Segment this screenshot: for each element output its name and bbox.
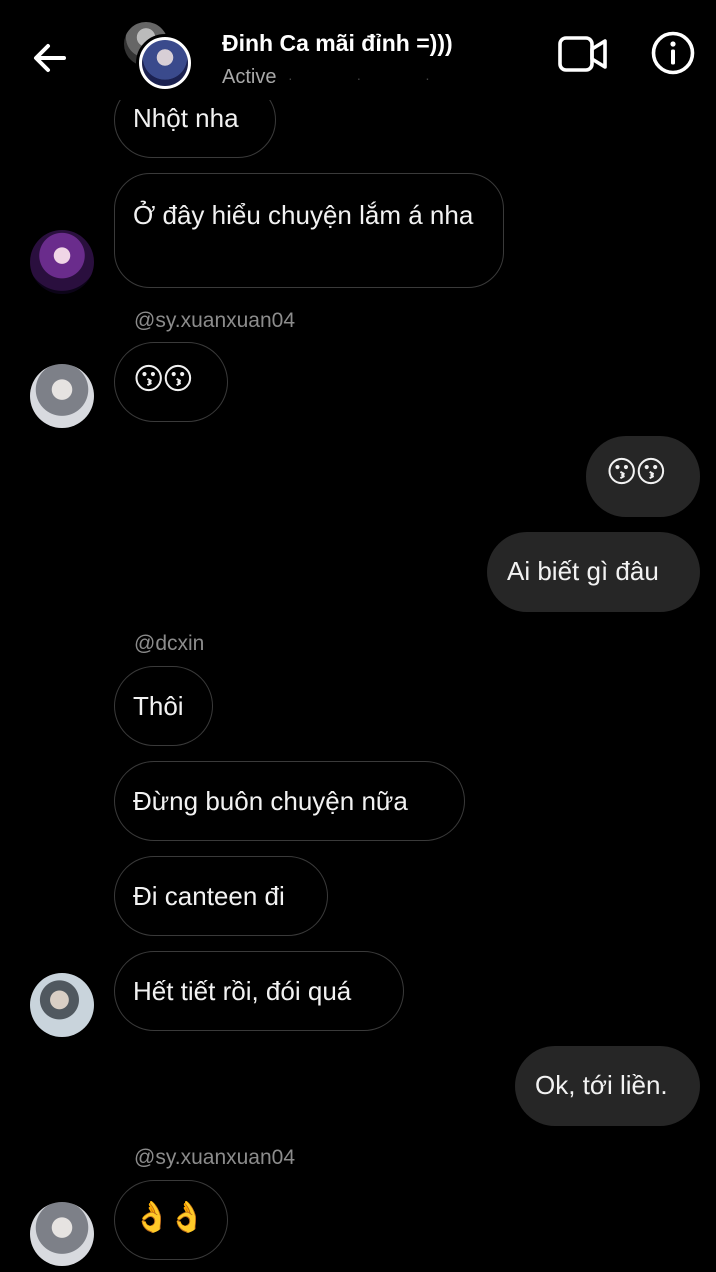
message-bubble[interactable]: Ai biết gì đâu: [487, 532, 700, 612]
info-icon: [651, 31, 695, 75]
message-bubble[interactable]: Hết tiết rồi, đói quá: [114, 951, 404, 1031]
message-text: Ai biết gì đâu: [507, 556, 659, 586]
message-bubble[interactable]: Thôi: [114, 666, 213, 746]
message-bubble[interactable]: Ở đây hiểu chuyện lắm á nha: [114, 173, 504, 288]
sender-name: @sy.xuanxuan04: [134, 309, 296, 332]
message-text: Hết tiết rồi, đói quá: [133, 976, 352, 1006]
video-camera-icon: [558, 36, 607, 72]
message-text: Đi canteen đi: [133, 881, 285, 911]
message-bubble[interactable]: Ok, tới liền.: [515, 1046, 700, 1126]
message-bubble[interactable]: 👌👌: [114, 1180, 228, 1260]
message-text: Thôi: [133, 691, 184, 721]
group-avatar[interactable]: [124, 22, 196, 94]
chat-status: Active: [222, 66, 277, 88]
message-bubble[interactable]: 😗😗: [114, 342, 228, 422]
chat-title[interactable]: Đinh Ca mãi đỉnh =))): [222, 30, 453, 57]
message-text: Ok, tới liền.: [535, 1070, 668, 1100]
status-dots: · · ·: [288, 70, 460, 86]
arrow-left-icon: [34, 44, 66, 72]
message-bubble[interactable]: Đi canteen đi: [114, 856, 328, 936]
avatar[interactable]: [30, 230, 94, 294]
message-bubble[interactable]: 😗😗: [586, 436, 700, 517]
message-text: 👌👌: [133, 1201, 206, 1234]
chat-header: Đinh Ca mãi đỉnh =))) Active · · ·: [0, 0, 716, 100]
message-text: 😗😗: [606, 456, 667, 489]
info-button[interactable]: [650, 30, 696, 76]
message-text: Ở đây hiểu chuyện lắm á nha: [133, 200, 474, 230]
back-button[interactable]: [28, 36, 72, 80]
avatar[interactable]: [30, 1202, 94, 1266]
sender-name: @sy.xuanxuan04: [134, 1146, 296, 1169]
message-text: Nhột nha: [133, 103, 239, 133]
video-call-button[interactable]: [556, 32, 610, 76]
avatar[interactable]: [30, 364, 94, 428]
message-text: 😗😗: [133, 363, 194, 396]
sender-name: @dcxin: [134, 632, 205, 655]
group-avatar-front: [136, 34, 194, 92]
message-bubble[interactable]: Đừng buôn chuyện nữa: [114, 761, 465, 841]
message-text: Đừng buôn chuyện nữa: [133, 786, 408, 816]
avatar[interactable]: [30, 973, 94, 1037]
